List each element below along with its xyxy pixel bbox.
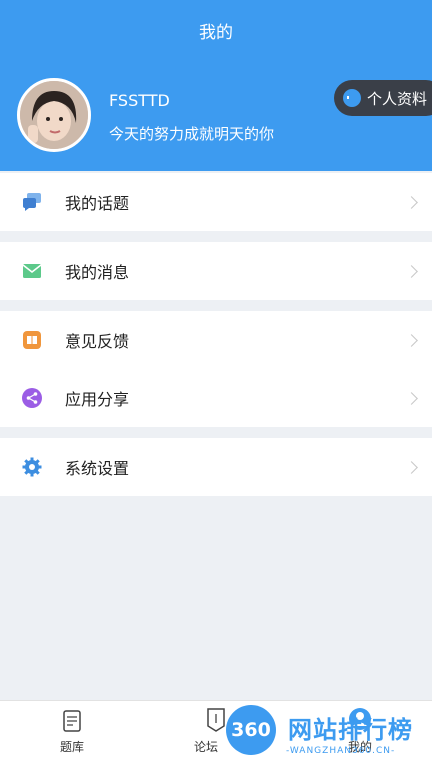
forum-icon — [207, 708, 225, 732]
chevron-right-icon — [405, 460, 418, 474]
profile-details-label: 个人资料 — [367, 89, 428, 108]
menu-item-label: 我的消息 — [65, 263, 130, 282]
watermark-badge: 360 — [226, 705, 276, 755]
avatar-photo — [20, 81, 88, 149]
feedback-book-icon — [23, 331, 41, 349]
menu-item-my-topics[interactable]: 我的话题 — [0, 173, 432, 231]
menu-item-share-app[interactable]: 应用分享 — [0, 369, 432, 427]
chevron-right-icon — [405, 195, 418, 209]
avatar[interactable] — [17, 78, 91, 152]
page-title: 我的 — [199, 23, 233, 43]
watermark-subtext: -WANGZHAN360.CN- — [286, 746, 396, 756]
chevron-right-icon — [405, 264, 418, 278]
menu-item-my-messages[interactable]: 我的消息 — [0, 242, 432, 300]
gear-icon — [22, 457, 42, 477]
share-icon — [22, 388, 42, 408]
menu-item-label: 系统设置 — [65, 459, 130, 478]
question-bank-icon — [63, 710, 81, 732]
menu-item-label: 应用分享 — [65, 390, 130, 409]
menu-item-settings[interactable]: 系统设置 — [0, 438, 432, 496]
watermark-text: 网站排行榜 — [288, 716, 413, 744]
chevron-right-icon — [405, 391, 418, 405]
user-signature: 今天的努力成就明天的你 — [109, 125, 275, 143]
chat-bubble-icon — [343, 89, 361, 107]
chevron-right-icon — [405, 333, 418, 347]
mail-icon — [22, 264, 42, 278]
menu-item-feedback[interactable]: 意见反馈 — [0, 311, 432, 369]
profile-details-button[interactable]: 个人资料 — [334, 80, 432, 116]
tab-question-bank[interactable]: 题库 — [0, 701, 144, 768]
username: FSSTTD — [109, 91, 170, 110]
chat-bubbles-icon — [23, 193, 41, 211]
menu-item-label: 意见反馈 — [65, 332, 130, 351]
site-watermark: 360 网站排行榜 -WANGZHAN360.CN- — [226, 702, 432, 768]
tab-label: 题库 — [59, 740, 84, 754]
menu-item-label: 我的话题 — [65, 194, 130, 213]
